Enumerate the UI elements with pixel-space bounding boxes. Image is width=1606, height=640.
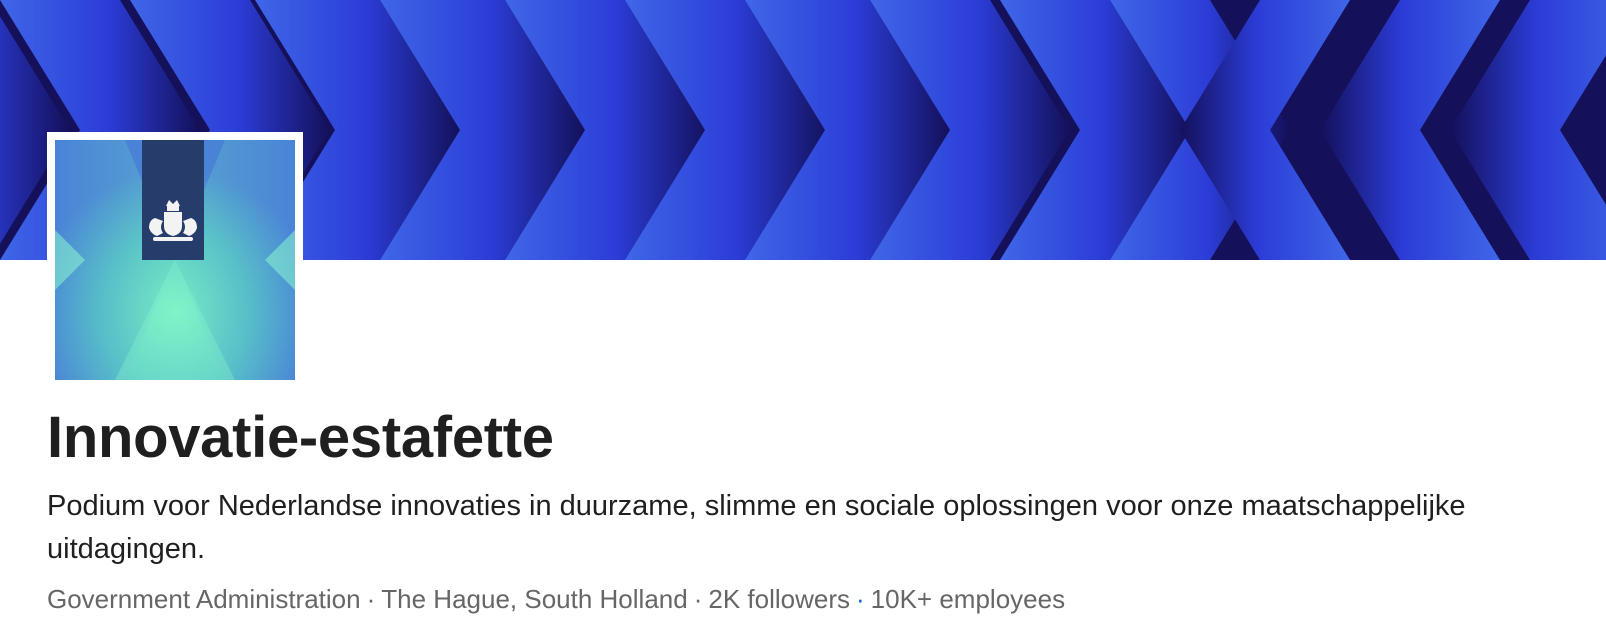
location-text: The Hague, South Holland [381,584,688,614]
page-title: Innovatie-estafette [47,405,554,470]
industry-text: Government Administration [47,584,361,614]
company-meta: Government Administration · The Hague, Sou… [47,581,1065,617]
logo-image [55,140,295,380]
company-tagline: Podium voor Nederlandse innovaties in du… [47,490,1466,565]
meta-separator: · [856,584,865,614]
company-logo[interactable] [47,132,303,388]
followers-count: 2K followers [708,584,850,614]
meta-separator: · [366,584,376,614]
meta-separator: · [693,584,703,614]
employees-link[interactable]: 10K+ employees [871,584,1065,614]
